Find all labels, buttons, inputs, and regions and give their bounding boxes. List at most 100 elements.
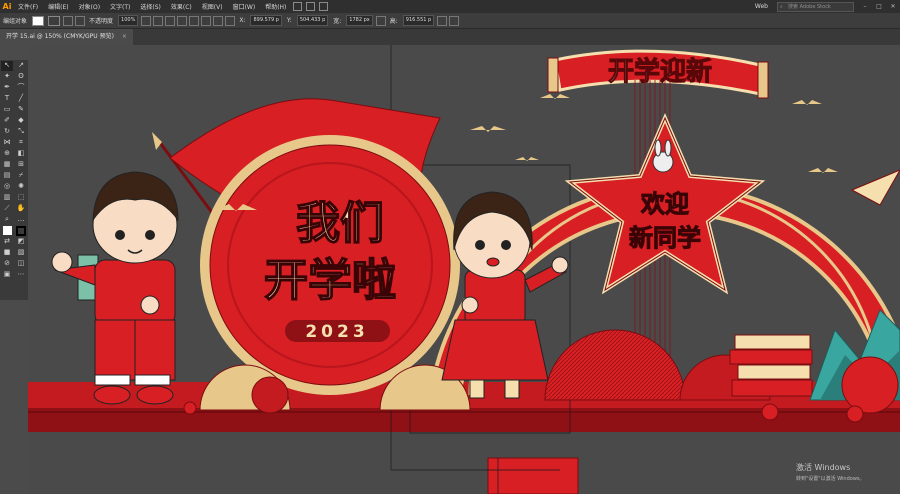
minimize-icon[interactable]: – [858, 3, 872, 10]
main-circle: 我们 开学啦 2023 [200, 135, 460, 395]
opacity-field[interactable]: 100% [118, 15, 139, 26]
document-tab[interactable]: 开学 15.ai @ 150% (CMYK/GPU 预览) × [0, 29, 133, 45]
brush-definition-icon[interactable] [75, 15, 86, 26]
stroke-weight-icon[interactable] [63, 15, 74, 26]
document-tab-title: 开学 15.ai @ 150% (CMYK/GPU 预览) [6, 33, 114, 40]
close-tab-icon[interactable]: × [122, 33, 127, 40]
artwork: 开学迎新 欢迎 新同学 我们 开学啦 2023 [28, 45, 900, 494]
isolate-group-icon[interactable] [449, 15, 460, 26]
constrain-proportions-icon[interactable] [375, 15, 386, 26]
edit-toolbar-icon[interactable]: ⋯ [15, 270, 27, 280]
mountains [809, 309, 900, 414]
stock-icon[interactable] [306, 2, 316, 11]
more-tools-icon[interactable]: … [15, 215, 27, 225]
search-icon: ⌕ [780, 3, 783, 10]
menu-file[interactable]: 文件(F) [13, 2, 43, 11]
type-tool-icon[interactable]: T [1, 94, 13, 104]
selection-tool-icon[interactable]: ↖ [1, 60, 13, 71]
pen-tool-icon[interactable]: ✒ [1, 83, 13, 93]
illustrator-app-icon[interactable]: Ai [1, 0, 13, 13]
width-tool-icon[interactable]: ⋈ [1, 138, 13, 148]
menu-bar: Ai 文件(F) 编辑(E) 对象(O) 文字(T) 选择(S) 效果(C) 视… [0, 0, 900, 13]
lasso-tool-icon[interactable]: ʘ [15, 72, 27, 82]
windows-activation-watermark: 激活 Windows 转到"设置"以激活 Windows。 [796, 462, 865, 482]
shaper-tool-icon[interactable]: ✐ [1, 116, 13, 126]
menu-edit[interactable]: 编辑(E) [43, 2, 73, 11]
swap-colors-icon[interactable]: ⇄ [1, 237, 13, 247]
artboard-tool-icon[interactable]: ⬚ [15, 193, 27, 203]
height-field[interactable]: 916.551 p [402, 15, 435, 26]
height-label: 高: [389, 18, 398, 25]
screen-mode-icon[interactable]: ▣ [1, 270, 13, 280]
paintbrush-tool-icon[interactable]: ✎ [15, 105, 27, 115]
width-label: 宽: [333, 18, 342, 25]
rectangle-tool-icon[interactable]: ▭ [1, 105, 13, 115]
menu-window[interactable]: 窗口(W) [228, 2, 261, 11]
stroke-swatch[interactable] [48, 15, 61, 26]
activation-title: 激活 Windows [796, 463, 851, 472]
slice-tool-icon[interactable]: ⟋ [1, 204, 13, 214]
workspace-switcher[interactable]: Web [750, 3, 773, 10]
live-paint-tool-icon[interactable]: ◧ [15, 149, 27, 159]
opacity-label: 不透明度 [89, 18, 114, 25]
direct-selection-tool-icon[interactable]: ↗ [15, 61, 27, 71]
gradient-mode-icon[interactable]: ▧ [15, 248, 27, 258]
align-left-icon[interactable] [153, 15, 164, 26]
banner-scroll: 开学迎新 [547, 49, 769, 99]
menu-view[interactable]: 视图(V) [197, 2, 228, 11]
x-label: X: [239, 17, 246, 24]
bridge-icon[interactable] [293, 2, 303, 11]
stroke-color-icon[interactable] [16, 225, 26, 236]
boy-character [51, 171, 179, 405]
recolor-artwork-icon[interactable] [141, 15, 152, 26]
menu-select[interactable]: 选择(S) [135, 2, 166, 11]
curvature-tool-icon[interactable]: ⌒ [15, 83, 27, 93]
shape-builder-tool-icon[interactable]: ⊕ [1, 149, 13, 159]
blend-tool-icon[interactable]: ◎ [1, 182, 13, 192]
menu-effect[interactable]: 效果(C) [166, 2, 197, 11]
none-mode-icon[interactable]: ⊘ [1, 259, 13, 269]
align-middle-icon[interactable] [201, 15, 212, 26]
zoom-tool-icon[interactable]: ⌕ [1, 215, 13, 225]
rotate-tool-icon[interactable]: ↻ [1, 127, 13, 137]
fill-color-icon[interactable] [2, 226, 12, 235]
column-graph-tool-icon[interactable]: ▥ [1, 193, 13, 203]
symbol-sprayer-tool-icon[interactable]: ✺ [15, 182, 27, 192]
default-colors-icon[interactable]: ◩ [15, 237, 27, 247]
star-text-line1: 欢迎 [640, 190, 689, 218]
y-field[interactable]: 504.433 p [296, 15, 329, 26]
menu-object[interactable]: 对象(O) [74, 2, 105, 11]
magic-wand-tool-icon[interactable]: ✦ [1, 72, 13, 82]
hand-tool-icon[interactable]: ✋ [15, 204, 27, 214]
menu-help[interactable]: 帮助(H) [260, 2, 291, 11]
free-transform-tool-icon[interactable]: ⌗ [15, 138, 27, 148]
x-field[interactable]: 899.579 p [250, 15, 282, 26]
color-mode-icon[interactable]: ■ [1, 248, 13, 258]
align-right-icon[interactable] [177, 15, 188, 26]
canvas[interactable]: 开学迎新 欢迎 新同学 我们 开学啦 2023 [28, 45, 900, 494]
align-bottom-icon[interactable] [213, 15, 224, 26]
arrange-documents-icon[interactable] [319, 2, 329, 11]
paper-plane [850, 169, 900, 206]
transform-icon[interactable] [437, 15, 448, 26]
eyedropper-tool-icon[interactable]: ⌿ [15, 171, 27, 181]
reference-point-icon[interactable] [225, 15, 236, 26]
line-tool-icon[interactable]: ╱ [15, 94, 27, 104]
star-text-line2: 新同学 [629, 224, 701, 252]
align-top-icon[interactable] [189, 15, 200, 26]
scale-tool-icon[interactable]: ⤡ [15, 127, 27, 137]
perspective-grid-tool-icon[interactable]: ▦ [1, 160, 13, 170]
close-icon[interactable]: ✕ [886, 3, 900, 10]
mesh-tool-icon[interactable]: ⊞ [15, 160, 27, 170]
eraser-tool-icon[interactable]: ◆ [15, 116, 27, 126]
gradient-tool-icon[interactable]: ▤ [1, 171, 13, 181]
stock-search-input[interactable]: ⌕ 搜索 Adobe Stock [777, 1, 854, 12]
document-tab-bar: 开学 15.ai @ 150% (CMYK/GPU 预览) × [0, 29, 900, 45]
align-center-icon[interactable] [165, 15, 176, 26]
fill-swatch[interactable] [32, 15, 45, 26]
activation-subtitle: 转到"设置"以激活 Windows。 [796, 476, 865, 482]
menu-type[interactable]: 文字(T) [105, 2, 135, 11]
maximize-icon[interactable]: □ [872, 3, 886, 10]
draw-mode-icon[interactable]: ◫ [15, 259, 27, 269]
width-field[interactable]: 1782 px [346, 15, 373, 26]
